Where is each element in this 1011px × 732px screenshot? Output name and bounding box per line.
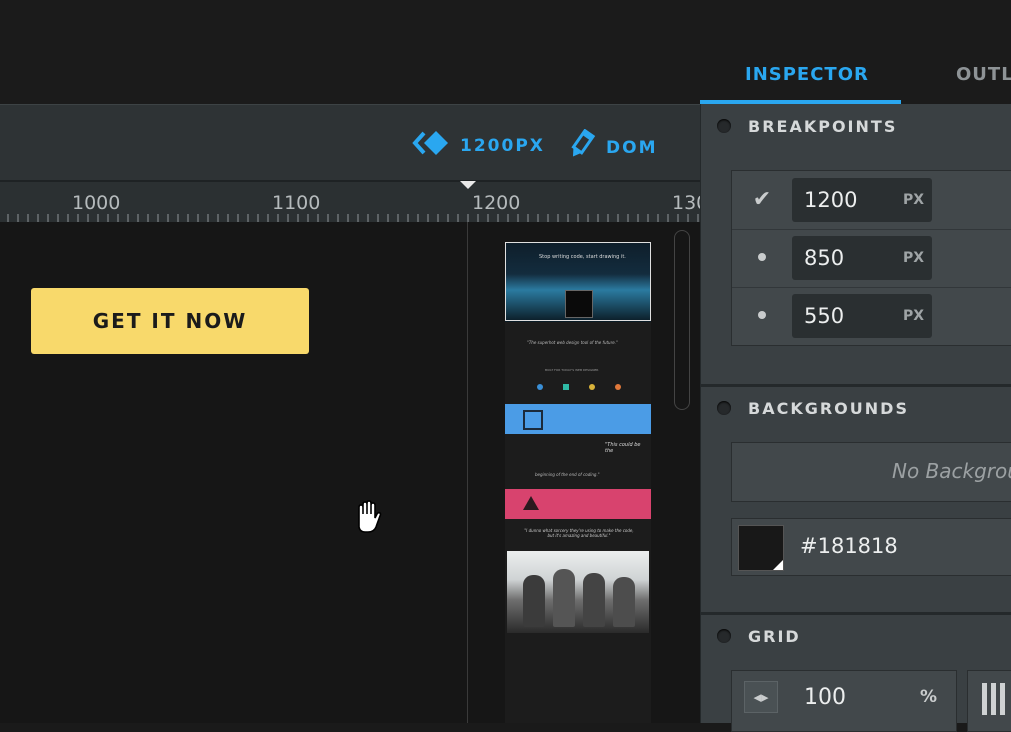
- breakpoint-unit: PX: [902, 308, 924, 324]
- ruler-label-1300: 130: [672, 192, 700, 214]
- breakpoints-header[interactable]: BREAKPOINTS: [701, 104, 1011, 148]
- breakpoint-value: 1200: [804, 188, 858, 212]
- minimap-band-logo: [523, 410, 543, 430]
- breakpoint-row[interactable]: 850 PX: [732, 229, 1011, 288]
- backgrounds-header[interactable]: BACKGROUNDS: [701, 386, 1011, 430]
- hand-cursor-icon: [352, 500, 384, 538]
- breakpoint-width-button[interactable]: 1200PX: [412, 129, 545, 162]
- breakpoint-diamond-icon: [412, 129, 450, 162]
- grid-width-unit: %: [920, 687, 938, 707]
- no-background-text: No Backgrou: [892, 459, 1011, 483]
- checkmark-icon[interactable]: ✔: [748, 185, 776, 213]
- breakpoint-unit: PX: [902, 250, 924, 266]
- breakpoint-marker-icon[interactable]: [460, 181, 476, 189]
- no-background-placeholder[interactable]: No Backgrou: [731, 442, 1011, 502]
- ruler-label-1100: 1100: [272, 192, 321, 214]
- background-color-value[interactable]: #181818: [800, 534, 898, 558]
- dom-label: DOM: [606, 137, 658, 158]
- design-canvas[interactable]: GET IT NOW Stop writing code, start draw…: [0, 222, 700, 723]
- inspector-tabs: INSPECTOR OUTL: [700, 0, 1011, 104]
- minimap-quote-2: "This could be the: [605, 442, 641, 454]
- minimap-quote-1: "The superhot web design tool of the fut…: [527, 340, 618, 345]
- tab-inspector[interactable]: INSPECTOR: [745, 64, 869, 85]
- background-color-row[interactable]: #181818: [731, 518, 1011, 576]
- pencil-icon: [566, 128, 596, 166]
- top-bar: [0, 0, 700, 104]
- dot-icon[interactable]: [748, 243, 776, 271]
- minimap-pink-logo: [523, 496, 539, 510]
- breakpoint-value-input[interactable]: 1200 PX: [792, 178, 932, 222]
- ruler-label-1000: 1000: [72, 192, 121, 214]
- dom-button[interactable]: DOM: [566, 128, 658, 166]
- backgrounds-title: BACKGROUNDS: [748, 398, 909, 418]
- breakpoint-value: 850: [804, 246, 845, 270]
- breakpoints-title: BREAKPOINTS: [748, 116, 898, 136]
- minimap-feature-icons: [537, 384, 621, 392]
- inspector-panel: BREAKPOINTS ✔ 1200 PX 850 PX 550 PX BACK…: [700, 104, 1011, 732]
- breakpoint-unit: PX: [902, 192, 924, 208]
- minimap-scrollbar[interactable]: [674, 230, 690, 410]
- backgrounds-toggle-dot-icon[interactable]: [717, 401, 731, 415]
- breakpoint-row[interactable]: 550 PX: [732, 287, 1011, 345]
- swatch-corner-icon: [773, 560, 783, 570]
- ruler-label-1200: 1200: [472, 192, 521, 214]
- breakpoint-width-label: 1200PX: [460, 135, 545, 156]
- grid-width-value[interactable]: 100: [804, 685, 846, 710]
- breakpoints-list: ✔ 1200 PX 850 PX 550 PX: [731, 170, 1011, 346]
- minimap-quote-3: beginning of the end of coding.": [535, 472, 600, 477]
- breakpoint-value-input[interactable]: 850 PX: [792, 236, 932, 280]
- breakpoint-guide-line: [467, 222, 468, 723]
- breakpoint-row[interactable]: ✔ 1200 PX: [732, 171, 1011, 230]
- canvas-toolbar: 1200PX DOM: [0, 104, 700, 181]
- grid-toggle-dot-icon[interactable]: [717, 629, 731, 643]
- color-swatch[interactable]: [738, 525, 784, 571]
- breakpoints-toggle-dot-icon[interactable]: [717, 119, 731, 133]
- minimap-team-figures: [519, 567, 639, 627]
- minimap-quote-4: "I dunno what sorcery they're using to m…: [524, 528, 634, 538]
- minimap-section-title: BUILT FOR TODAY'S WEB DESIGNER: [545, 368, 599, 372]
- dot-icon[interactable]: [748, 301, 776, 329]
- horizontal-ruler[interactable]: 1000 1100 1200 130: [0, 180, 700, 225]
- breakpoint-value-input[interactable]: 550 PX: [792, 294, 932, 338]
- minimap-viewport[interactable]: [505, 242, 651, 321]
- get-it-now-button[interactable]: GET IT NOW: [31, 288, 309, 354]
- tab-outline[interactable]: OUTL: [956, 64, 1011, 85]
- horizontal-resize-icon: ◂▸: [744, 681, 778, 713]
- breakpoint-value: 550: [804, 304, 845, 328]
- columns-icon: [982, 683, 1006, 715]
- grid-title: GRID: [748, 626, 801, 646]
- page-minimap[interactable]: Stop writing code, start drawing it. "Th…: [505, 242, 651, 723]
- grid-header[interactable]: GRID: [701, 614, 1011, 658]
